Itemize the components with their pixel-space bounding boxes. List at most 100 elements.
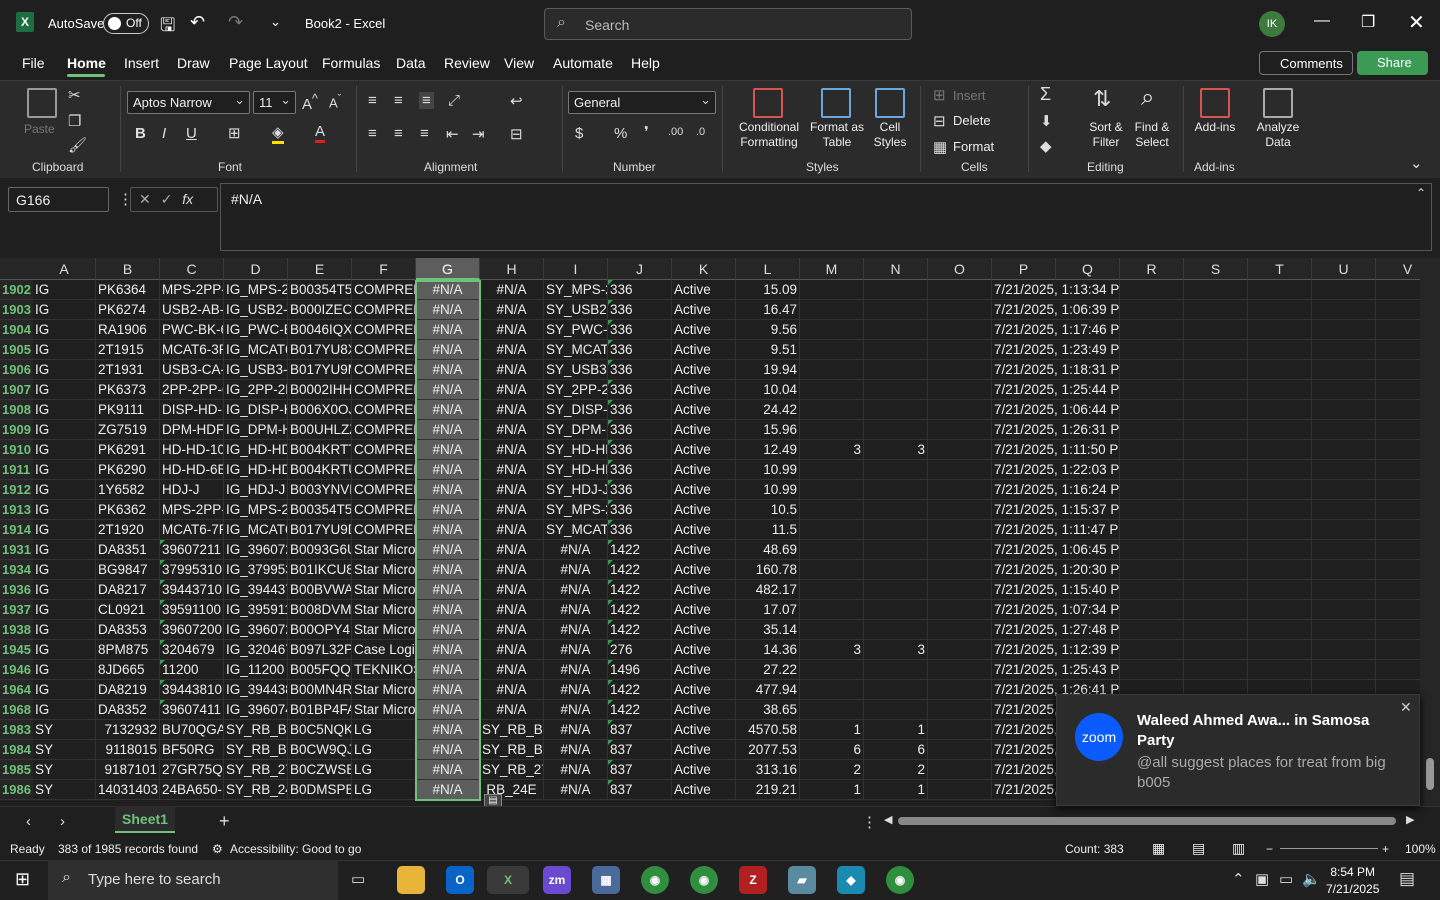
middle-align-icon[interactable]: ≡ (394, 92, 403, 109)
cell-n[interactable] (864, 480, 928, 500)
cell-l[interactable]: 219.21 (736, 780, 800, 800)
cell-b[interactable]: 1Y6582 (96, 480, 160, 500)
cell-j[interactable]: 276 (608, 640, 672, 660)
cell-b[interactable]: 2T1920 (96, 520, 160, 540)
cell-m[interactable] (800, 680, 864, 700)
cell-j[interactable]: 1422 (608, 620, 672, 640)
cell-g[interactable]: #N/A (416, 720, 480, 740)
cell-l[interactable]: 10.5 (736, 500, 800, 520)
cell-p[interactable]: 7/21/2025, 1:27:48 PM (992, 620, 1120, 640)
notes-app-icon[interactable]: ▰ (788, 866, 816, 894)
cell-k[interactable]: Active (672, 280, 736, 300)
cell-g[interactable]: #N/A (416, 540, 480, 560)
cell-e[interactable]: B097L32P (288, 640, 352, 660)
cell-d[interactable]: IG_395911 (224, 600, 288, 620)
cell-d[interactable]: IG_MCAT6 (224, 340, 288, 360)
save-icon[interactable]: 🖫 (160, 13, 175, 43)
cell-f[interactable]: LG (352, 760, 416, 780)
cell-r[interactable] (1120, 600, 1184, 620)
cell-s[interactable] (1184, 440, 1248, 460)
cell-g[interactable]: #N/A (416, 760, 480, 780)
cell-g[interactable]: #N/A (416, 500, 480, 520)
cell-d[interactable]: IG_USB2-A (224, 300, 288, 320)
close-icon[interactable]: ✕ (1408, 10, 1425, 35)
cell-e[interactable]: B0046IQXI (288, 320, 352, 340)
cell-m[interactable]: 2 (800, 760, 864, 780)
cell-c[interactable]: 39607411 (160, 700, 224, 720)
cell-m[interactable] (800, 660, 864, 680)
cell-d[interactable]: IG_396072 (224, 620, 288, 640)
cell-g[interactable]: #N/A (416, 440, 480, 460)
cell-g[interactable]: #N/A (416, 700, 480, 720)
cut-icon[interactable]: ✂ (68, 86, 81, 104)
analyze-data-button[interactable]: Analyze Data (1254, 120, 1302, 150)
cell-u[interactable] (1312, 580, 1376, 600)
cell-s[interactable] (1184, 320, 1248, 340)
cell-m[interactable] (800, 540, 864, 560)
bold-icon[interactable]: B (135, 125, 146, 142)
cell-f[interactable]: COMPREH (352, 440, 416, 460)
cell-l[interactable]: 10.99 (736, 460, 800, 480)
cell-k[interactable]: Active (672, 420, 736, 440)
increase-font-icon[interactable]: A^ (302, 92, 318, 113)
normal-view-icon[interactable]: ▦ (1152, 840, 1165, 857)
cell-j[interactable]: 336 (608, 340, 672, 360)
horizontal-scrollbar[interactable] (898, 817, 1396, 825)
cell-l[interactable]: 482.17 (736, 580, 800, 600)
menu-file[interactable]: File (22, 55, 45, 71)
scroll-right-icon[interactable]: ▶ (1406, 813, 1414, 826)
scroll-left-icon[interactable]: ◀ (884, 813, 892, 826)
cell-f[interactable]: COMPREH (352, 460, 416, 480)
cell-v[interactable] (1376, 340, 1420, 360)
cell-o[interactable] (928, 540, 992, 560)
row-header[interactable]: 1946 (0, 660, 33, 680)
conditional-formatting-button[interactable]: Conditional Formatting (732, 120, 806, 150)
column-header-p[interactable]: P (992, 258, 1056, 280)
cell-p[interactable]: 7/21/2025, 1:07:34 PM (992, 600, 1120, 620)
restore-icon[interactable]: ❐ (1361, 12, 1375, 32)
increase-decimal-icon[interactable]: .00 (668, 126, 683, 138)
cancel-icon[interactable]: ✕ (139, 191, 151, 207)
row-header[interactable]: 1937 (0, 600, 33, 620)
paste-icon[interactable] (27, 88, 57, 118)
cell-p[interactable]: 7/21/2025, 1:12:39 PM (992, 640, 1120, 660)
cell-h[interactable]: #N/A (480, 420, 544, 440)
cell-c[interactable]: HD-HD-6E (160, 460, 224, 480)
cell-f[interactable]: COMPREH (352, 500, 416, 520)
row-header[interactable]: 1936 (0, 580, 33, 600)
column-header-t[interactable]: T (1248, 258, 1312, 280)
insert-cells-button[interactable]: Insert (953, 88, 986, 103)
cell-a[interactable]: SY (33, 760, 96, 780)
cell-d[interactable]: IG_MCAT6 (224, 520, 288, 540)
cell-i[interactable]: SY_MCAT6 (544, 520, 608, 540)
cell-k[interactable]: Active (672, 540, 736, 560)
outlook-icon[interactable]: O (446, 866, 474, 894)
cell-o[interactable] (928, 340, 992, 360)
cell-r[interactable] (1120, 420, 1184, 440)
file-explorer-icon[interactable] (397, 866, 425, 894)
cell-v[interactable] (1376, 540, 1420, 560)
cell-k[interactable]: Active (672, 460, 736, 480)
fx-icon[interactable]: fx (182, 191, 193, 207)
cell-r[interactable] (1120, 660, 1184, 680)
cell-c[interactable]: MPS-2PP-2 (160, 280, 224, 300)
cell-f[interactable]: Star Micro (352, 700, 416, 720)
row-header[interactable]: 1945 (0, 640, 33, 660)
insert-cells-icon[interactable]: ⊞ (933, 86, 946, 104)
cell-v[interactable] (1376, 460, 1420, 480)
cell-k[interactable]: Active (672, 320, 736, 340)
cell-b[interactable]: PK6373 (96, 380, 160, 400)
cell-j[interactable]: 336 (608, 400, 672, 420)
cell-v[interactable] (1376, 440, 1420, 460)
cell-b[interactable]: DA8351 (96, 540, 160, 560)
row-header[interactable]: 1909 (0, 420, 33, 440)
row-header[interactable]: 1912 (0, 480, 33, 500)
cell-p[interactable]: 7/21/2025, 1:26:31 PM (992, 420, 1120, 440)
cell-h[interactable]: #N/A (480, 400, 544, 420)
cell-d[interactable]: SY_RB_24E (224, 780, 288, 800)
cell-c[interactable]: DPM-HDF (160, 420, 224, 440)
cell-s[interactable] (1184, 300, 1248, 320)
cell-r[interactable] (1120, 320, 1184, 340)
cell-b[interactable]: ZG7519 (96, 420, 160, 440)
cell-b[interactable]: 2T1915 (96, 340, 160, 360)
